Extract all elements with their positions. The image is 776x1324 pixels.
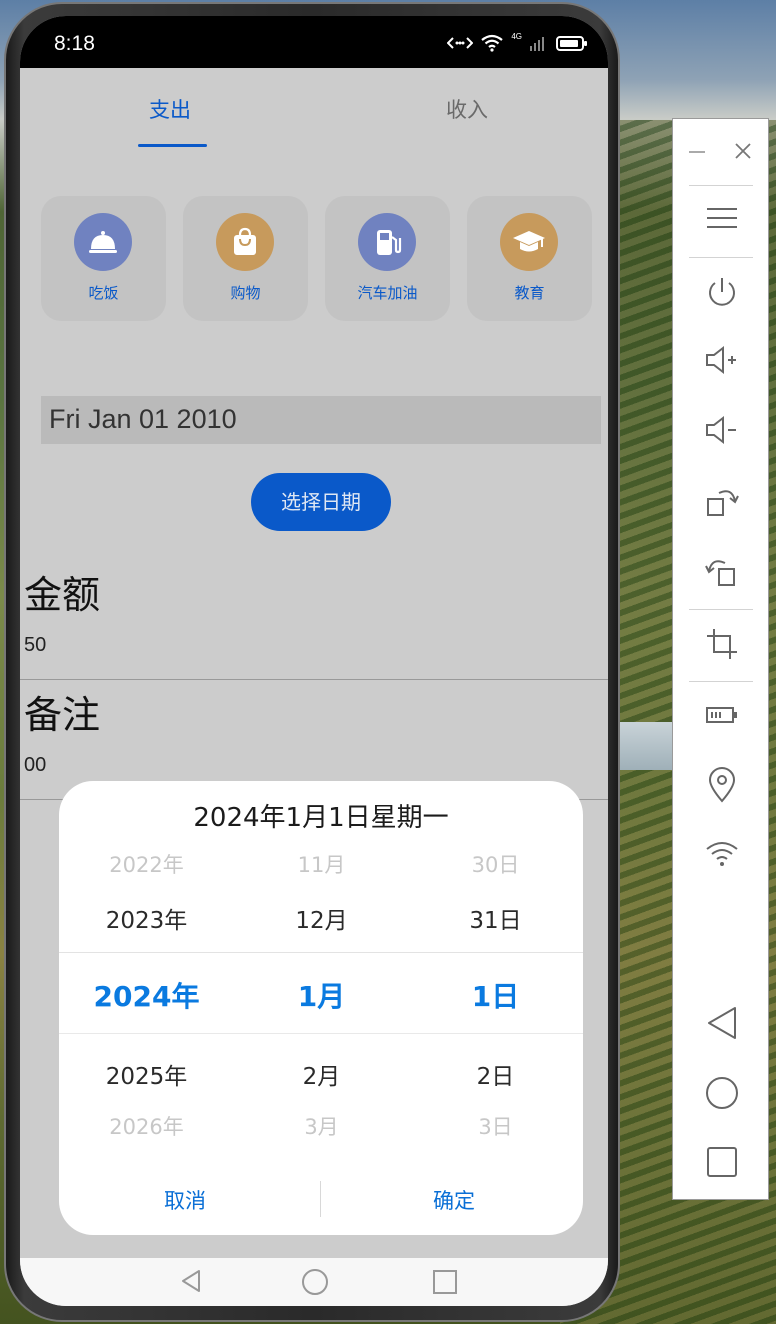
- date-display-field[interactable]: Fri Jan 01 2010: [41, 396, 601, 444]
- month-option[interactable]: 11月: [234, 849, 409, 879]
- menu-icon[interactable]: [673, 205, 770, 231]
- shopping-bag-icon: [216, 213, 274, 271]
- category-label: 汽车加油: [357, 284, 418, 302]
- power-icon[interactable]: [673, 275, 770, 309]
- home-icon[interactable]: [673, 1075, 770, 1111]
- category-shopping[interactable]: 购物: [183, 196, 308, 321]
- selection-divider-bottom: [59, 1033, 583, 1034]
- year-option[interactable]: 2022年: [59, 849, 234, 879]
- category-education[interactable]: 教育: [467, 196, 592, 321]
- toolbar-separator: [689, 609, 753, 610]
- tab-bar: 支出 收入: [20, 68, 608, 148]
- selection-divider-top: [59, 952, 583, 953]
- nav-home-icon[interactable]: [301, 1268, 329, 1296]
- day-selected[interactable]: 1日: [408, 975, 583, 1015]
- wifi-status-icon: [481, 34, 504, 52]
- toolbar-separator: [689, 257, 753, 258]
- fuel-pump-icon: [358, 213, 416, 271]
- emulator-toolbar: [672, 118, 769, 1200]
- note-input[interactable]: 00: [24, 754, 46, 777]
- category-label: 购物: [230, 284, 261, 302]
- graduation-cap-icon: [500, 213, 558, 271]
- wifi-icon[interactable]: [673, 839, 770, 869]
- confirm-button[interactable]: 确定: [433, 1185, 475, 1215]
- phone-frame: 8:18 4G 支出 收入 吃饭 购物 汽车加油 教育 Fri Jan 01 2…: [4, 2, 620, 1322]
- tab-income[interactable]: 收入: [446, 94, 488, 124]
- year-option[interactable]: 2023年: [59, 901, 234, 935]
- battery-status-icon: [556, 35, 587, 51]
- day-option[interactable]: 30日: [408, 849, 583, 879]
- amount-input[interactable]: 50: [24, 634, 46, 657]
- year-option[interactable]: 2025年: [59, 1057, 234, 1091]
- navigation-bar: [20, 1258, 608, 1306]
- crop-icon[interactable]: [673, 627, 770, 661]
- nav-back-icon[interactable]: [178, 1268, 204, 1294]
- day-option[interactable]: 2日: [408, 1057, 583, 1091]
- day-option[interactable]: 3日: [408, 1111, 583, 1141]
- toolbar-separator: [689, 185, 753, 186]
- year-option[interactable]: 2026年: [59, 1111, 234, 1141]
- rotate-left-icon[interactable]: [673, 553, 770, 589]
- date-picker-title: 2024年1月1日星期一: [193, 803, 449, 833]
- status-icons: 4G: [447, 31, 587, 52]
- category-fuel[interactable]: 汽车加油: [325, 196, 450, 321]
- nav-recent-icon[interactable]: [432, 1269, 458, 1295]
- toolbar-separator: [689, 681, 753, 682]
- amount-divider: [20, 679, 608, 680]
- cancel-button[interactable]: 取消: [164, 1185, 206, 1215]
- category-label: 吃饭: [88, 284, 119, 302]
- back-icon[interactable]: [673, 1005, 770, 1041]
- category-label: 教育: [514, 284, 545, 302]
- status-time: 8:18: [54, 32, 95, 55]
- volume-down-icon[interactable]: [673, 415, 770, 445]
- category-grid: 吃饭 购物 汽车加油 教育: [41, 196, 593, 321]
- minimize-icon[interactable]: [687, 141, 707, 161]
- choose-date-button[interactable]: 选择日期: [251, 473, 391, 531]
- month-option[interactable]: 2月: [234, 1057, 409, 1091]
- tab-active-indicator: [138, 144, 207, 147]
- button-separator: [320, 1181, 321, 1217]
- signal-icon: [530, 37, 544, 51]
- status-bar: 8:18 4G: [20, 16, 608, 68]
- phone-screen: 8:18 4G 支出 收入 吃饭 购物 汽车加油 教育 Fri Jan 01 2…: [20, 16, 608, 1306]
- month-option[interactable]: 3月: [234, 1111, 409, 1141]
- battery-icon[interactable]: [673, 705, 770, 725]
- volume-up-icon[interactable]: [673, 345, 770, 375]
- month-option[interactable]: 12月: [234, 901, 409, 935]
- month-selected[interactable]: 1月: [234, 975, 409, 1015]
- location-icon[interactable]: [673, 767, 770, 803]
- dinner-bell-icon: [74, 213, 132, 271]
- network-type-label: 4G: [511, 31, 522, 41]
- tab-expense[interactable]: 支出: [149, 94, 191, 124]
- note-label: 备注: [24, 693, 101, 737]
- date-picker-dialog: 2024年1月1日星期一 2022年 2023年 2024年 2025年 202…: [59, 781, 583, 1235]
- category-dining[interactable]: 吃饭: [41, 196, 166, 321]
- recent-apps-icon[interactable]: [673, 1145, 770, 1179]
- day-option[interactable]: 31日: [408, 901, 583, 935]
- close-icon[interactable]: [733, 141, 753, 161]
- year-selected[interactable]: 2024年: [59, 975, 234, 1015]
- toolbar-window-controls: [673, 141, 770, 161]
- hotspot-icon: [447, 37, 474, 49]
- amount-label: 金额: [24, 573, 101, 617]
- rotate-right-icon[interactable]: [673, 483, 770, 519]
